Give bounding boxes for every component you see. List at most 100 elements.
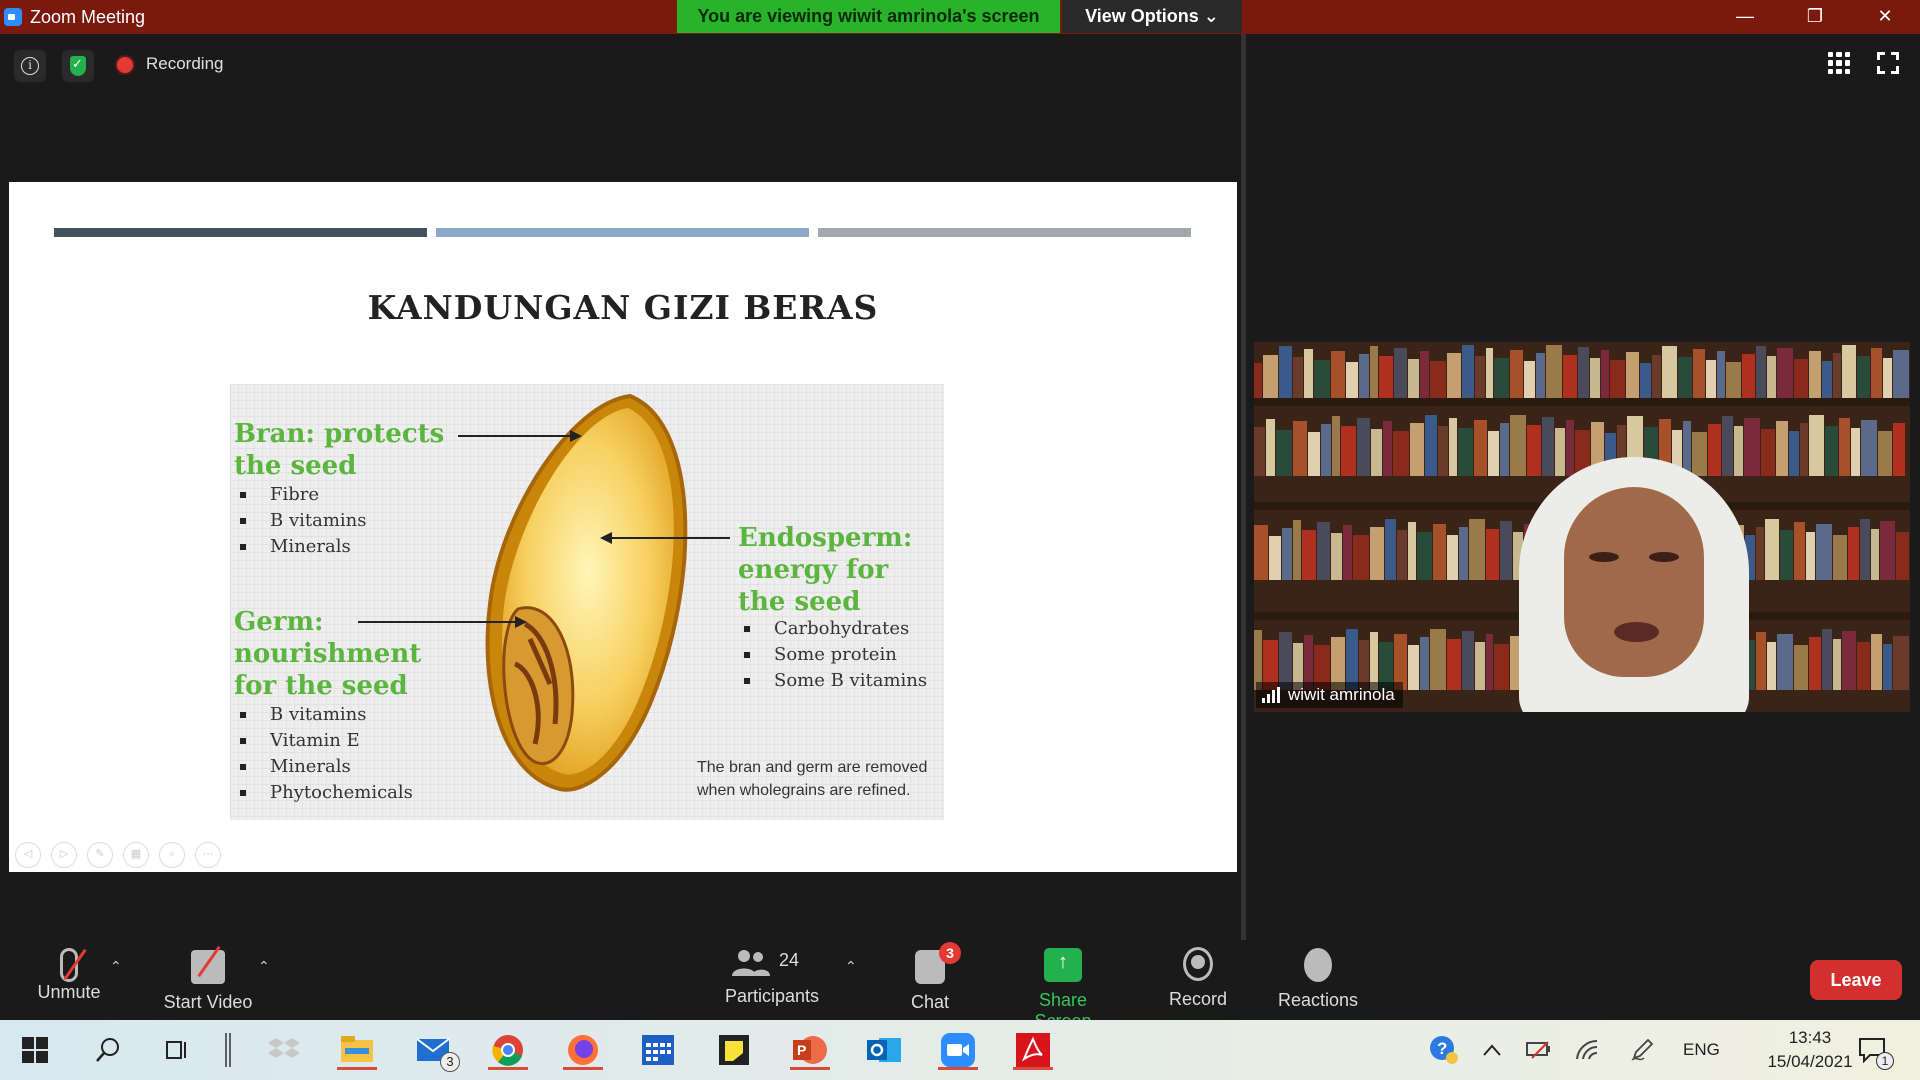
close-button[interactable]: ✕	[1850, 0, 1920, 34]
chat-icon: 3	[915, 942, 961, 984]
previous-slide-icon[interactable]: ◁	[15, 842, 41, 868]
notification-badge: 1	[1876, 1052, 1894, 1070]
slide-accent-bar	[818, 228, 1191, 237]
video-options-chevron-icon[interactable]: ⌃	[258, 958, 270, 975]
list-item: B vitamins	[234, 702, 413, 728]
share-screen-button[interactable]: ↑ Share Screen	[1008, 944, 1118, 1032]
more-options-icon[interactable]: ⋯	[195, 842, 221, 868]
notifications-icon[interactable]: 1	[1852, 1030, 1894, 1070]
meeting-info-button[interactable]: i	[14, 50, 46, 82]
svg-text:?: ?	[1437, 1039, 1447, 1058]
slides-grid-icon[interactable]: ▦	[123, 842, 149, 868]
next-slide-icon[interactable]: ▷	[51, 842, 77, 868]
restore-button[interactable]: ❐	[1780, 0, 1850, 34]
gallery-view-icon[interactable]	[1828, 52, 1850, 74]
slide-title: KANDUNGAN GIZI BERAS	[367, 288, 879, 327]
list-item: Fibre	[234, 482, 367, 508]
bookshelf-row	[1254, 344, 1910, 406]
share-screen-icon: ↑	[1044, 948, 1082, 982]
participants-label: Participants	[724, 986, 820, 1006]
list-item: Phytochemicals	[234, 780, 413, 806]
task-view-icon[interactable]	[158, 1030, 198, 1070]
windows-start-icon[interactable]	[15, 1030, 55, 1070]
endosperm-heading: Endosperm: energy for the seed	[738, 523, 913, 617]
title-bar: Zoom Meeting You are viewing wiwit amrin…	[0, 0, 1920, 34]
participants-options-chevron-icon[interactable]: ⌃	[845, 958, 857, 975]
sticky-notes-icon[interactable]	[714, 1030, 754, 1070]
mail-icon[interactable]: 3	[414, 1030, 460, 1072]
chat-unread-badge: 3	[939, 942, 961, 964]
list-item: Carbohydrates	[738, 616, 927, 642]
reactions-button[interactable]: Reactions	[1274, 944, 1362, 1011]
fullscreen-icon[interactable]	[1877, 52, 1899, 74]
participant-name: wiwit amrinola	[1288, 685, 1395, 704]
list-item: B vitamins	[234, 508, 367, 534]
video-off-icon	[191, 945, 225, 984]
recording-label: Recording	[146, 54, 224, 73]
shelf-board	[1254, 398, 1910, 406]
slide-accent-bar	[54, 228, 427, 237]
start-video-button[interactable]: Start Video	[158, 944, 258, 1013]
pen-icon[interactable]: ✎	[87, 842, 113, 868]
slide-controls: ◁ ▷ ✎ ▦ ⌕ ⋯	[15, 842, 221, 868]
record-icon	[1183, 947, 1213, 981]
germ-list: B vitamins Vitamin E Minerals Phytochemi…	[234, 702, 413, 806]
unmute-label: Unmute	[37, 982, 101, 1002]
bran-heading: Bran: protects the seed	[234, 419, 445, 481]
taskbar-separator-icon	[208, 1030, 248, 1070]
language-indicator[interactable]: ENG	[1683, 1040, 1720, 1060]
chat-button[interactable]: 3 Chat	[898, 942, 962, 1013]
view-options-button[interactable]: View Options ⌄	[1062, 0, 1242, 33]
list-item: Minerals	[234, 754, 413, 780]
start-video-label: Start Video	[163, 992, 253, 1012]
signal-strength-icon	[1262, 687, 1280, 703]
participant-name-tag: wiwit amrinola	[1256, 682, 1403, 708]
audio-options-chevron-icon[interactable]: ⌃	[110, 958, 122, 975]
zoom-taskbar-icon[interactable]	[938, 1030, 978, 1070]
acrobat-icon[interactable]	[1013, 1030, 1053, 1070]
viewing-screen-banner: You are viewing wiwit amrinola's screen	[677, 0, 1060, 33]
powerpoint-icon[interactable]: P	[790, 1030, 830, 1070]
list-item: Some B vitamins	[738, 668, 927, 694]
leave-button[interactable]: Leave	[1810, 960, 1902, 1000]
participants-button[interactable]: 24 Participants	[720, 944, 824, 1007]
search-icon[interactable]	[88, 1030, 128, 1070]
outlook-icon[interactable]	[864, 1030, 904, 1070]
pen-input-icon[interactable]	[1622, 1030, 1662, 1070]
participants-icon	[732, 950, 770, 976]
recording-icon	[117, 57, 133, 73]
mail-badge: 3	[440, 1052, 460, 1072]
battery-icon[interactable]	[1520, 1030, 1560, 1070]
participant-video[interactable]: wiwit amrinola	[1254, 342, 1910, 712]
refined-note: The bran and germ are removed when wholeg…	[697, 759, 928, 799]
rice-grain-diagram: Bran: protects the seed Fibre B vitamins …	[230, 384, 944, 820]
record-label: Record	[1168, 989, 1228, 1009]
calendar-icon[interactable]	[638, 1030, 678, 1070]
show-hidden-icons-chevron-icon[interactable]	[1472, 1030, 1512, 1070]
help-icon[interactable]: ?	[1424, 1030, 1464, 1070]
firefox-icon[interactable]	[563, 1030, 603, 1070]
germ-heading: Germ: nourishment for the seed	[234, 607, 422, 701]
reactions-label: Reactions	[1277, 990, 1359, 1010]
chrome-icon[interactable]	[488, 1030, 528, 1070]
microphone-muted-icon	[60, 948, 87, 982]
unmute-button[interactable]: Unmute	[28, 944, 110, 1003]
participants-count: 24	[779, 950, 800, 970]
security-button[interactable]	[62, 50, 94, 82]
clock-time[interactable]: 13:43	[1760, 1028, 1860, 1048]
wifi-icon[interactable]	[1568, 1030, 1608, 1070]
panel-splitter[interactable]	[1241, 34, 1246, 940]
reactions-icon	[1304, 948, 1332, 982]
bran-list: Fibre B vitamins Minerals	[234, 482, 367, 560]
dropbox-icon[interactable]	[264, 1030, 304, 1070]
participant-person	[1519, 457, 1749, 712]
list-item: Minerals	[234, 534, 367, 560]
window-title: Zoom Meeting	[30, 7, 146, 27]
list-item: Some protein	[738, 642, 927, 668]
svg-text:P: P	[797, 1042, 806, 1058]
shield-icon	[70, 56, 86, 76]
minimize-button[interactable]: —	[1710, 0, 1780, 34]
record-button[interactable]: Record	[1164, 944, 1232, 1010]
zoom-icon[interactable]: ⌕	[159, 842, 185, 868]
file-explorer-icon[interactable]	[337, 1030, 377, 1070]
